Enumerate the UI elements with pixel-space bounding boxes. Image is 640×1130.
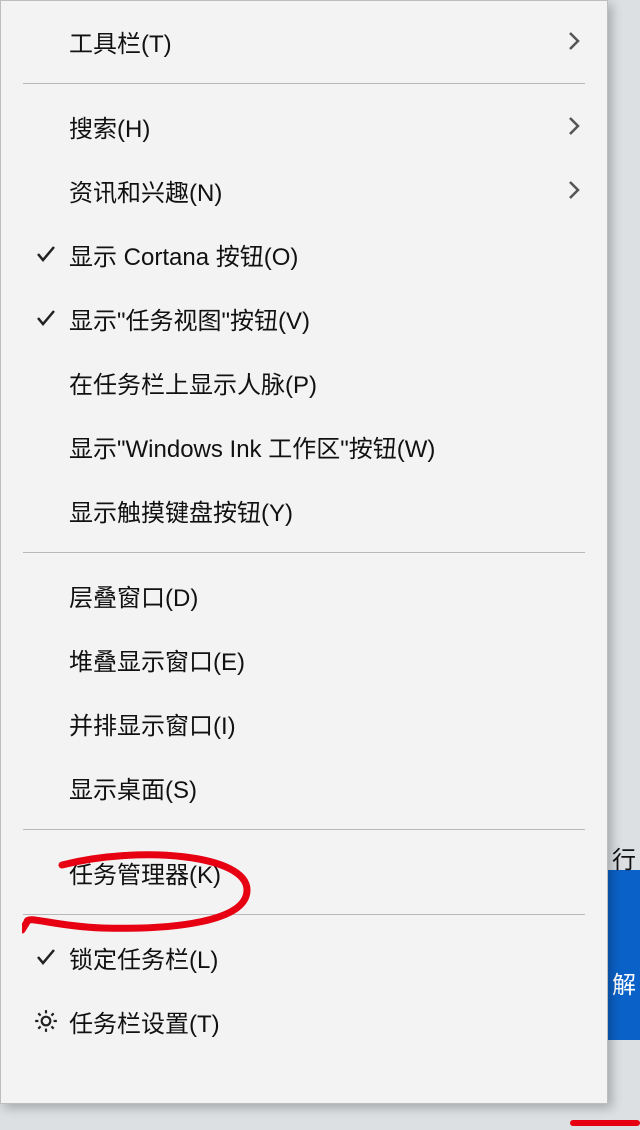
menu-item-label: 层叠窗口(D) (69, 578, 559, 613)
chevron-right-icon (559, 29, 589, 53)
menu-item-cortana[interactable]: 显示 Cortana 按钮(O) (1, 222, 607, 286)
menu-item-touchkb[interactable]: 显示触摸键盘按钮(Y) (1, 478, 607, 542)
background-text-blue: 解 (612, 965, 636, 1000)
menu-item-ink[interactable]: 显示"Windows Ink 工作区"按钮(W) (1, 414, 607, 478)
menu-item-desktop[interactable]: 显示桌面(S) (1, 755, 607, 819)
menu-item-people[interactable]: 在任务栏上显示人脉(P) (1, 350, 607, 414)
chevron-right-icon (559, 178, 589, 202)
menu-item-label: 显示桌面(S) (69, 770, 559, 805)
menu-separator (23, 914, 585, 915)
menu-item-sidebyside[interactable]: 并排显示窗口(I) (1, 691, 607, 755)
menu-item-news[interactable]: 资讯和兴趣(N) (1, 158, 607, 222)
menu-item-label: 显示触摸键盘按钮(Y) (69, 493, 559, 528)
menu-item-label: 资讯和兴趣(N) (69, 173, 559, 208)
menu-item-taskmgr[interactable]: 任务管理器(K) (1, 840, 607, 904)
menu-item-cascade[interactable]: 层叠窗口(D) (1, 563, 607, 627)
menu-item-search[interactable]: 搜索(H) (1, 94, 607, 158)
menu-item-label: 在任务栏上显示人脉(P) (69, 365, 559, 400)
menu-item-label: 显示"Windows Ink 工作区"按钮(W) (69, 429, 559, 464)
menu-item-label: 锁定任务栏(L) (69, 940, 559, 975)
menu-item-stacked[interactable]: 堆叠显示窗口(E) (1, 627, 607, 691)
menu-separator (23, 829, 585, 830)
background-text: 行 (612, 840, 636, 875)
menu-item-taskview[interactable]: 显示"任务视图"按钮(V) (1, 286, 607, 350)
menu-item-label: 任务栏设置(T) (69, 1004, 559, 1039)
menu-item-settings[interactable]: 任务栏设置(T) (1, 989, 607, 1053)
gear-icon (23, 1008, 69, 1034)
taskbar-context-menu: 工具栏(T) 搜索(H) 资讯和兴趣(N) 显示 Cortana 按钮(O) 显示"任务… (0, 0, 608, 1104)
menu-item-toolbars[interactable]: 工具栏(T) (1, 9, 607, 73)
menu-item-lock[interactable]: 锁定任务栏(L) (1, 925, 607, 989)
check-icon (23, 242, 69, 266)
menu-item-label: 显示 Cortana 按钮(O) (69, 237, 559, 272)
menu-separator (23, 552, 585, 553)
menu-item-label: 堆叠显示窗口(E) (69, 642, 559, 677)
menu-item-label: 搜索(H) (69, 109, 559, 144)
menu-item-label: 并排显示窗口(I) (69, 706, 559, 741)
menu-separator (23, 83, 585, 84)
annotation-red-line (570, 1120, 640, 1126)
menu-item-label: 显示"任务视图"按钮(V) (69, 301, 559, 336)
check-icon (23, 945, 69, 969)
chevron-right-icon (559, 114, 589, 138)
check-icon (23, 306, 69, 330)
menu-item-label: 工具栏(T) (69, 24, 559, 59)
menu-item-label: 任务管理器(K) (69, 855, 559, 890)
